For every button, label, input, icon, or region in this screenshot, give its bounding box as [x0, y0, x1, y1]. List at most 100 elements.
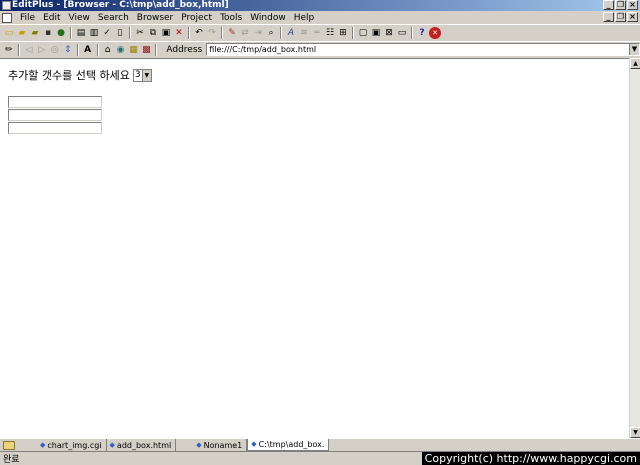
stop-icon[interactable]: ✕ [429, 26, 441, 39]
count-select[interactable]: 3 ▼ [132, 68, 152, 82]
address-input[interactable]: file:///C:/tmp/add_box.html ▼ [206, 43, 640, 56]
refresh-icon[interactable]: ⇕ [62, 44, 74, 56]
save-icon[interactable]: ▪ [42, 27, 54, 39]
prompt-text: 추가할 갯수를 선택 하세요 [8, 69, 130, 82]
text-size-icon[interactable]: A [82, 44, 94, 56]
tab-add-box[interactable]: ◆ add_box.html [107, 439, 177, 451]
doc-minimize-button[interactable]: _ [603, 12, 614, 22]
edit-pencil-icon[interactable]: ✏ [3, 44, 15, 56]
document-tab-bar: ◆ chart_img.cgi ◆ add_box.html ◆ Noname1… [0, 438, 640, 451]
favorites-icon[interactable]: ▦ [128, 44, 140, 56]
title-bar[interactable]: EditPlus - [Browser - C:\tmp\add_box,htm… [0, 0, 640, 11]
home-icon[interactable]: ⌂ [102, 44, 114, 56]
count-select-value: 3 [134, 69, 141, 80]
word-wrap-icon[interactable]: ≋ [298, 27, 310, 39]
paste-icon[interactable]: ▣ [160, 27, 172, 39]
toolbar-separator [96, 43, 99, 56]
delete-icon[interactable]: ✕ [173, 27, 185, 39]
save-all-icon[interactable]: ● [55, 27, 67, 39]
help-icon[interactable]: ? [416, 27, 428, 39]
file-icon: ◆ [251, 440, 257, 448]
tab-label: C:\tmp\add_box. [258, 440, 325, 449]
menu-window[interactable]: Window [246, 12, 290, 24]
find-icon[interactable]: ✎ [226, 27, 238, 39]
spell-check-icon[interactable]: ✓ [101, 27, 113, 39]
open-remote-icon[interactable]: ▰ [29, 27, 41, 39]
menu-help[interactable]: Help [290, 12, 319, 24]
scroll-down-icon[interactable]: ▼ [630, 427, 640, 438]
page-setup-icon[interactable]: ▯ [114, 27, 126, 39]
file-icon: ◆ [109, 440, 115, 449]
full-screen-icon[interactable]: ⊞ [337, 27, 349, 39]
font-icon[interactable]: A [285, 27, 297, 39]
open-folder-icon[interactable]: ▰ [16, 27, 28, 39]
tab-chart-img[interactable]: ◆ chart_img.cgi [37, 439, 107, 451]
tab-browser-active[interactable]: ◆ C:\tmp\add_box. [247, 439, 330, 451]
document-icon[interactable] [2, 12, 12, 23]
find-files-icon[interactable]: ⌕ [265, 27, 277, 39]
undo-icon[interactable]: ↶ [193, 27, 205, 39]
status-bar: 완료 Copyright(c) http://www.happycgi.com [0, 451, 640, 465]
copy-icon[interactable]: ⧉ [147, 27, 159, 39]
cascade-icon[interactable]: ▭ [396, 27, 408, 39]
toolbar-separator [17, 43, 20, 56]
goto-icon[interactable]: ⇥ [252, 27, 264, 39]
menu-search[interactable]: Search [94, 12, 133, 24]
stop-load-icon[interactable]: ◎ [49, 44, 61, 56]
app-icon [2, 1, 11, 10]
redo-icon[interactable]: ↷ [206, 27, 218, 39]
toolbar-separator [280, 26, 282, 39]
menu-file[interactable]: File [16, 12, 39, 24]
back-icon[interactable]: ◁ [23, 44, 35, 56]
menu-tools[interactable]: Tools [216, 12, 246, 24]
tile-icon[interactable]: ⊠ [383, 27, 395, 39]
toolbar-separator [188, 26, 190, 39]
input-box-list [8, 96, 152, 134]
folder-icon[interactable] [3, 440, 15, 450]
line-number-icon[interactable]: ☷ [324, 27, 336, 39]
ruler-icon[interactable]: ═ [311, 27, 323, 39]
menu-project[interactable]: Project [177, 12, 216, 24]
main-toolbar: ▭ ▰ ▰ ▪ ● ▤ ▥ ✓ ▯ ✂ ⧉ ▣ ✕ ↶ ↷ ✎ ⇄ ⇥ ⌕ A … [0, 24, 640, 40]
window-controls: _ ❐ × [603, 0, 638, 10]
scroll-up-icon[interactable]: ▲ [630, 58, 640, 69]
directory-icon[interactable]: ▣ [370, 27, 382, 39]
minimize-button[interactable]: _ [603, 0, 614, 10]
text-input-box[interactable] [8, 122, 102, 134]
chevron-down-icon[interactable]: ▼ [141, 69, 151, 81]
cut-icon[interactable]: ✂ [134, 27, 146, 39]
address-label: Address [166, 44, 203, 55]
menu-edit[interactable]: Edit [39, 12, 64, 24]
doc-restore-button[interactable]: ❐ [615, 12, 626, 22]
status-text: 완료 [3, 455, 20, 465]
address-dropdown-icon[interactable]: ▼ [629, 44, 639, 55]
tab-noname1[interactable]: ◆ Noname1 [176, 439, 248, 451]
forward-icon[interactable]: ▷ [36, 44, 48, 56]
browser-viewport: 추가할 갯수를 선택 하세요 3 ▼ [0, 58, 640, 438]
globe-icon[interactable]: ◉ [115, 44, 127, 56]
new-file-icon[interactable]: ▭ [3, 27, 15, 39]
close-button[interactable]: × [627, 0, 638, 10]
cliptext-icon[interactable]: ▢ [357, 27, 369, 39]
restore-button[interactable]: ❐ [615, 0, 626, 10]
toolbar-separator [76, 43, 79, 56]
replace-icon[interactable]: ⇄ [239, 27, 251, 39]
doc-close-button[interactable]: × [627, 12, 638, 22]
copyright-watermark: Copyright(c) http://www.happycgi.com [421, 452, 640, 465]
menu-browser[interactable]: Browser [133, 12, 177, 24]
tab-label: chart_img.cgi [47, 440, 102, 450]
tab-label: add_box.html [116, 440, 172, 450]
menu-view[interactable]: View [65, 12, 94, 24]
document-window-controls: _ ❐ × [603, 12, 638, 22]
vertical-scrollbar[interactable]: ▲ ▼ [629, 58, 640, 438]
address-value: file:///C:/tmp/add_box.html [209, 45, 317, 54]
file-icon: ◆ [40, 440, 46, 449]
print-icon[interactable]: ▥ [88, 27, 100, 39]
page-content: 추가할 갯수를 선택 하세요 3 ▼ [8, 67, 152, 135]
text-input-box[interactable] [8, 109, 102, 121]
history-icon[interactable]: ▩ [140, 44, 152, 56]
print-preview-icon[interactable]: ▤ [75, 27, 87, 39]
text-input-box[interactable] [8, 96, 102, 108]
file-icon: ◆ [196, 440, 202, 449]
tab-label: Noname1 [203, 440, 243, 450]
